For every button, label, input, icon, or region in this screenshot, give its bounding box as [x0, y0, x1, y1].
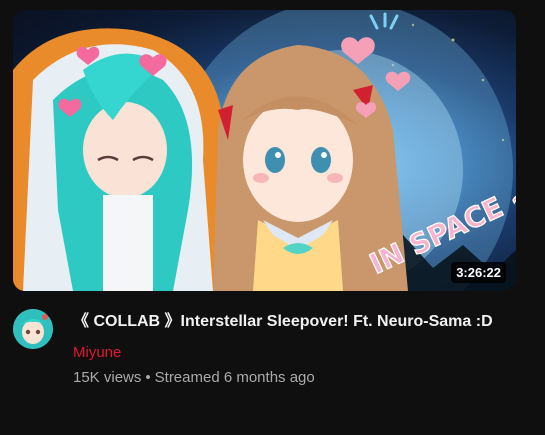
video-stats: 15K views • Streamed 6 months ago	[73, 368, 523, 388]
avatar-image	[13, 309, 53, 349]
video-card[interactable]: IN SPACE ~! 3:26:22 《 COLLAB 》Interstell…	[0, 0, 545, 435]
view-count: 15K views	[73, 369, 142, 386]
channel-avatar[interactable]	[13, 309, 53, 349]
stream-date: Streamed 6 months ago	[154, 369, 315, 386]
separator-dot: •	[145, 369, 151, 386]
video-title[interactable]: 《 COLLAB 》Interstellar Sleepover! Ft. Ne…	[73, 308, 523, 335]
duration-badge: 3:26:22	[451, 262, 506, 283]
video-metadata: 《 COLLAB 》Interstellar Sleepover! Ft. Ne…	[73, 308, 523, 388]
channel-name[interactable]: Miyune	[73, 343, 121, 363]
video-thumbnail[interactable]: IN SPACE ~! 3:26:22	[13, 10, 516, 291]
thumbnail-artwork: IN SPACE ~!	[13, 10, 516, 291]
